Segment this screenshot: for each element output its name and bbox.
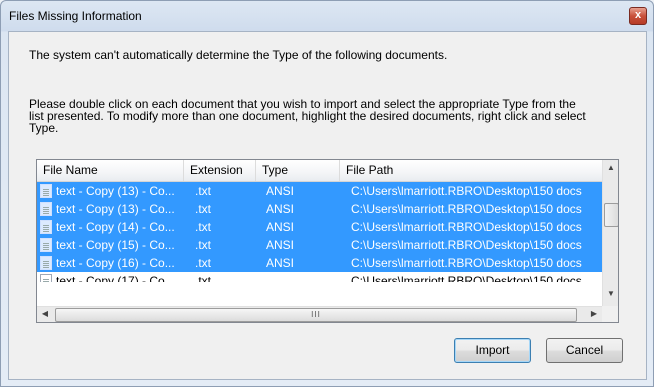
close-icon: x	[634, 9, 642, 21]
text-document-icon	[40, 274, 52, 282]
cell-file-path: C:\Users\lmarriott.RBRO\Desktop\150 docs	[351, 184, 582, 198]
cell-file-path: C:\Users\lmarriott.RBRO\Desktop\150 docs	[351, 220, 582, 234]
dialog-body: The system can't automatically determine…	[8, 31, 647, 380]
vertical-scroll-thumb[interactable]	[604, 203, 618, 227]
text-document-icon	[40, 220, 52, 234]
table-row[interactable]: text - Copy (16) - Co... .txt ANSI C:\Users…	[37, 254, 602, 272]
list-header: File Name Extension Type File Path	[37, 160, 602, 182]
table-row[interactable]: text - Copy (14) - Co... .txt ANSI C:\Users…	[37, 218, 602, 236]
cell-extension: .txt	[195, 256, 212, 270]
cell-file-path: C:\Users\lmarriott.RBRO\Desktop\150 docs	[351, 238, 582, 252]
table-row[interactable]: text - Copy (13) - Co... .txt ANSI C:\Users…	[37, 182, 602, 200]
scroll-up-button[interactable]: ▲	[603, 160, 618, 176]
info-message: The system can't automatically determine…	[29, 48, 448, 62]
cell-extension: .txt	[195, 202, 212, 216]
scroll-left-button[interactable]: ◀	[37, 307, 53, 321]
cell-file-name: text - Copy (13) - Co...	[56, 202, 175, 216]
cell-file-name: text - Copy (16) - Co...	[56, 256, 175, 270]
table-row[interactable]: text - Copy (13) - Co... .txt ANSI C:\Users…	[37, 200, 602, 218]
scroll-up-icon: ▲	[607, 163, 615, 172]
text-document-icon	[40, 184, 52, 198]
cell-type: ANSI	[266, 256, 295, 270]
column-header-type[interactable]: Type	[256, 160, 340, 181]
cell-type: ANSI	[266, 202, 295, 216]
column-header-extension[interactable]: Extension	[184, 160, 256, 181]
scroll-down-icon: ▼	[607, 289, 615, 298]
cell-type: ANSI	[266, 220, 295, 234]
list-rows: text - Copy (13) - Co... .txt ANSI C:\Users…	[37, 182, 602, 282]
cell-file-path: C:\Users\lmarriott.RBRO\Desktop\150 docs	[351, 202, 582, 216]
scroll-down-button[interactable]: ▼	[603, 286, 618, 302]
import-button[interactable]: Import	[454, 338, 531, 363]
cell-extension: .txt	[195, 274, 212, 282]
horizontal-scroll-thumb[interactable]: III	[55, 308, 577, 322]
scroll-grip-icon: III	[311, 310, 321, 319]
close-button[interactable]: x	[629, 7, 647, 25]
scroll-right-icon: ▶	[590, 309, 598, 318]
cell-type: ANSI	[266, 184, 295, 198]
column-header-file-name[interactable]: File Name	[37, 160, 184, 181]
cell-file-name: text - Copy (14) - Co...	[56, 220, 175, 234]
files-list[interactable]: File Name Extension Type File Path text …	[36, 159, 619, 323]
cell-extension: .txt	[195, 184, 212, 198]
table-row[interactable]: text - Copy (17) - Co... .txt C:\Users\lma…	[37, 272, 602, 282]
vertical-scrollbar[interactable]: ▲ ▼	[602, 160, 618, 306]
title-bar[interactable]: Files Missing Information x	[1, 1, 653, 31]
text-document-icon	[40, 202, 52, 216]
table-row[interactable]: text - Copy (15) - Co... .txt ANSI C:\Users…	[37, 236, 602, 254]
column-header-file-path[interactable]: File Path	[340, 160, 602, 181]
cancel-button[interactable]: Cancel	[546, 338, 623, 363]
cell-extension: .txt	[195, 220, 212, 234]
horizontal-scrollbar[interactable]: ◀ III ▶	[37, 306, 602, 322]
scroll-left-icon: ◀	[41, 309, 49, 318]
cell-type	[266, 272, 336, 282]
cell-file-name: text - Copy (13) - Co...	[56, 184, 175, 198]
text-document-icon	[40, 256, 52, 270]
instruction-message: Please double click on each document tha…	[29, 97, 586, 135]
cell-file-name: text - Copy (17) - Co...	[56, 274, 175, 282]
dialog-window: Files Missing Information x The system c…	[0, 0, 654, 387]
cell-extension: .txt	[195, 238, 212, 252]
scroll-right-button[interactable]: ▶	[586, 307, 602, 321]
text-document-icon	[40, 238, 52, 252]
dialog-title: Files Missing Information	[9, 9, 142, 23]
cell-type: ANSI	[266, 238, 295, 252]
scrollbar-corner	[602, 306, 618, 322]
cell-file-name: text - Copy (15) - Co...	[56, 238, 175, 252]
cell-file-path: C:\Users\lmarriott.RBRO\Desktop\150 docs	[351, 256, 582, 270]
cell-file-path: C:\Users\lmarriott.RBRO\Desktop\150 docs	[351, 274, 582, 282]
